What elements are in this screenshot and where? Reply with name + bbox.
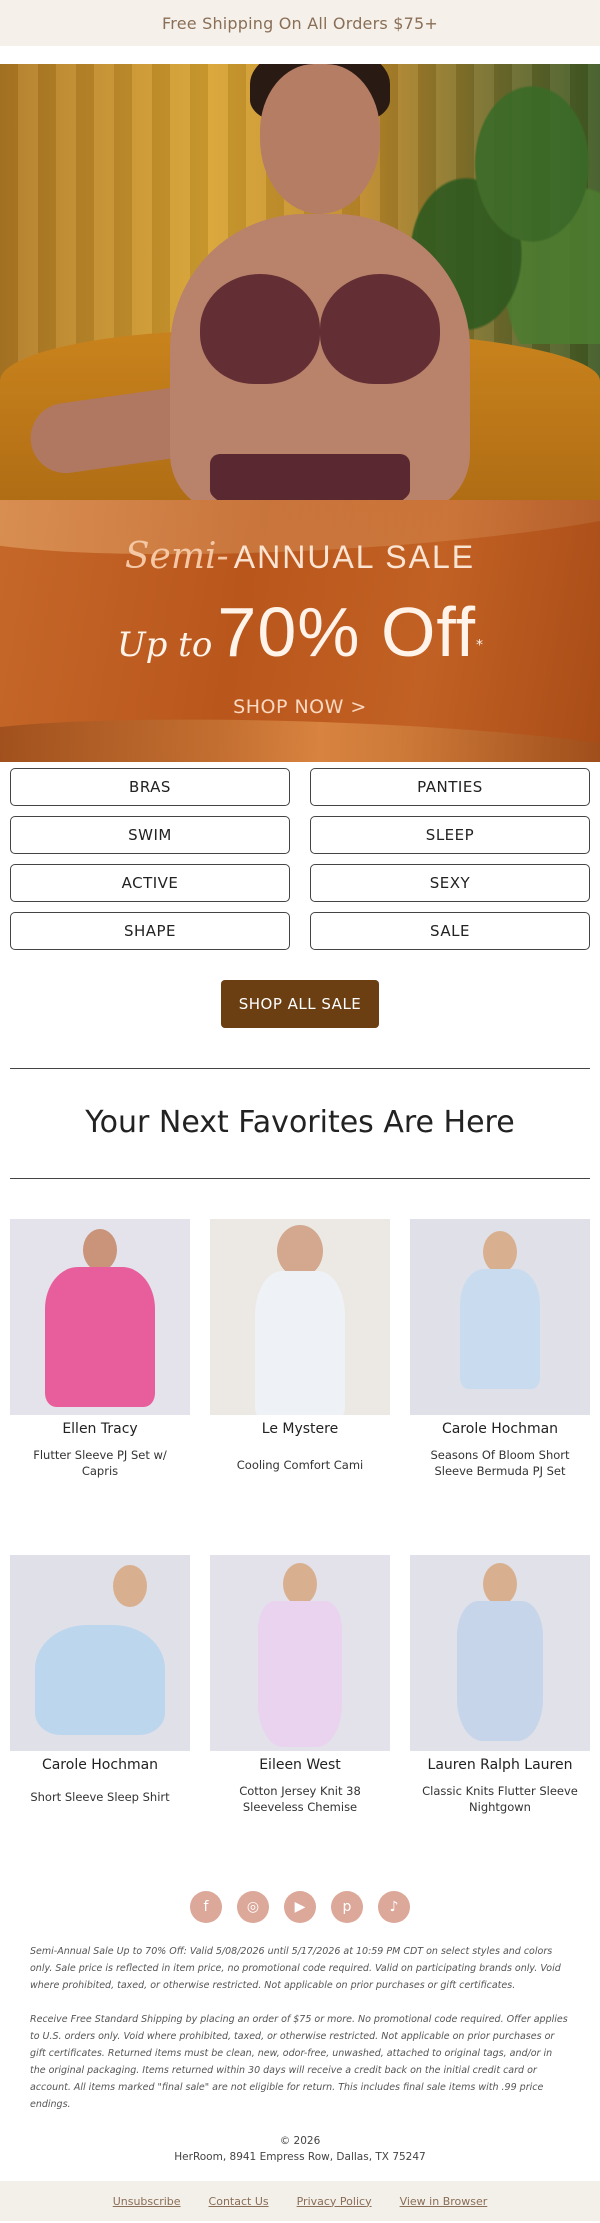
product-row: Carole Hochman Short Sleeve Sleep Shirt … [0, 1555, 600, 1815]
category-button-bras[interactable]: BRAS [10, 768, 290, 806]
product-row: Ellen Tracy Flutter Sleeve PJ Set w/ Cap… [0, 1219, 600, 1479]
facebook-icon[interactable]: f [190, 1891, 222, 1923]
product-card[interactable]: Ellen Tracy Flutter Sleeve PJ Set w/ Cap… [10, 1219, 190, 1479]
product-card[interactable]: Carole Hochman Short Sleeve Sleep Shirt [10, 1555, 190, 1815]
unsubscribe-link[interactable]: Unsubscribe [113, 2195, 181, 2208]
category-button-panties[interactable]: PANTIES [310, 768, 590, 806]
sale-banner[interactable]: Semi- ANNUAL SALE Up to 70% Off* SHOP NO… [0, 500, 600, 762]
category-button-sale[interactable]: SALE [310, 912, 590, 950]
contact-us-link[interactable]: Contact Us [209, 2195, 269, 2208]
hero-image[interactable] [0, 64, 600, 500]
instagram-icon[interactable]: ◎ [237, 1891, 269, 1923]
product-image[interactable] [410, 1219, 590, 1415]
pinterest-icon[interactable]: p [331, 1891, 363, 1923]
model-figure [26, 64, 480, 500]
shipping-banner-text: Free Shipping On All Orders $75+ [162, 13, 438, 33]
product-name[interactable]: Flutter Sleeve PJ Set w/ Capris [15, 1447, 185, 1479]
product-name[interactable]: Classic Knits Flutter Sleeve Nightgown [415, 1783, 585, 1815]
shipping-banner: Free Shipping On All Orders $75+ [0, 0, 600, 46]
category-button-swim[interactable]: SWIM [10, 816, 290, 854]
product-image[interactable] [410, 1555, 590, 1751]
divider [10, 1178, 590, 1179]
product-image[interactable] [210, 1555, 390, 1751]
privacy-policy-link[interactable]: Privacy Policy [297, 2195, 372, 2208]
product-image[interactable] [10, 1555, 190, 1751]
sale-discount: Up to 70% Off* [116, 593, 484, 671]
category-button-sleep[interactable]: SLEEP [310, 816, 590, 854]
product-brand[interactable]: Le Mystere [262, 1421, 338, 1437]
product-brand[interactable]: Carole Hochman [442, 1421, 558, 1437]
product-card[interactable]: Carole Hochman Seasons Of Bloom Short Sl… [410, 1219, 590, 1479]
product-name[interactable]: Short Sleeve Sleep Shirt [15, 1789, 185, 1805]
product-card[interactable]: Lauren Ralph Lauren Classic Knits Flutte… [410, 1555, 590, 1815]
view-in-browser-link[interactable]: View in Browser [400, 2195, 488, 2208]
sale-terms: Semi-Annual Sale Up to 70% Off: Valid 5/… [30, 1946, 561, 1991]
product-name[interactable]: Cooling Comfort Cami [215, 1457, 385, 1473]
category-button-active[interactable]: ACTIVE [10, 864, 290, 902]
category-button-sexy[interactable]: SEXY [310, 864, 590, 902]
product-brand[interactable]: Ellen Tracy [62, 1421, 137, 1437]
copyright-block: © 2026 HerRoom, 8941 Empress Row, Dallas… [0, 2133, 600, 2165]
product-brand[interactable]: Lauren Ralph Lauren [428, 1757, 573, 1773]
address: HerRoom, 8941 Empress Row, Dallas, TX 75… [174, 2151, 426, 2163]
product-card[interactable]: Eileen West Cotton Jersey Knit 38 Sleeve… [210, 1555, 390, 1815]
favorites-title: Your Next Favorites Are Here [85, 1105, 515, 1140]
fine-print: Semi-Annual Sale Up to 70% Off: Valid 5/… [0, 1943, 600, 2113]
copyright: © 2026 [279, 2135, 321, 2147]
shop-all-sale-button[interactable]: SHOP ALL SALE [221, 980, 379, 1028]
product-brand[interactable]: Carole Hochman [42, 1757, 158, 1773]
category-buttons: BRAS PANTIES SWIM SLEEP ACTIVE SEXY SHAP… [0, 762, 600, 950]
social-links: f ◎ ▶ p ♪ [0, 1891, 600, 1923]
product-image[interactable] [10, 1219, 190, 1415]
shop-now-link[interactable]: SHOP NOW > [0, 696, 600, 718]
product-name[interactable]: Seasons Of Bloom Short Sleeve Bermuda PJ… [415, 1447, 585, 1479]
youtube-icon[interactable]: ▶ [284, 1891, 316, 1923]
product-image[interactable] [210, 1219, 390, 1415]
sale-headline: Semi- ANNUAL SALE [124, 536, 476, 577]
tiktok-icon[interactable]: ♪ [378, 1891, 410, 1923]
category-button-shape[interactable]: SHAPE [10, 912, 290, 950]
shipping-terms: Receive Free Standard Shipping by placin… [30, 2014, 568, 2110]
product-name[interactable]: Cotton Jersey Knit 38 Sleeveless Chemise [215, 1783, 385, 1815]
product-brand[interactable]: Eileen West [259, 1757, 341, 1773]
product-card[interactable]: Le Mystere Cooling Comfort Cami [210, 1219, 390, 1479]
footer-links: Unsubscribe Contact Us Privacy Policy Vi… [0, 2181, 600, 2221]
